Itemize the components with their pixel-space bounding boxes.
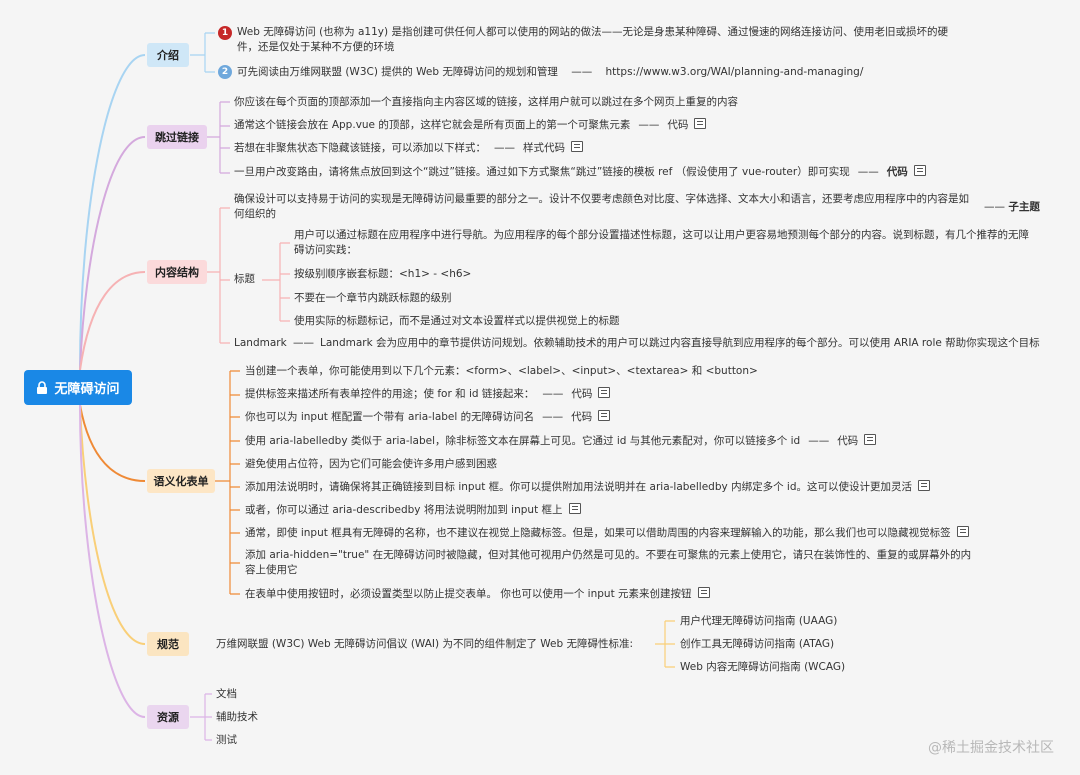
spec-text: 万维网联盟 (W3C) Web 无障碍访问倡议 (WAI) 为不同的组件制定了 … [216,638,634,650]
root-node[interactable]: 无障碍访问 [24,370,132,405]
content-item-1: 确保设计可以支持易于访问的实现是无障碍访问最重要的部分之一。设计不仅要考虑颜色对… [234,193,969,220]
section-spec-title: 规范 [157,638,179,651]
lock-icon [37,381,48,394]
note-icon[interactable] [694,118,707,129]
skip-item-4: 一旦用户改变路由，请将焦点放回到这个“跳过”链接。通过如下方式聚焦“跳过”链接的… [234,165,926,180]
headings-item-1: 用户可以通过标题在应用程序中进行导航。为应用程序的每个部分设置描述性标题，这可以… [294,229,1029,256]
intro-item-1: Web 无障碍访问 (也称为 a11y) 是指创建可供任何人都可以使用的网站的做… [237,26,948,53]
landmark-label: Landmark [234,337,287,349]
forms-item: 使用 aria-labelledby 类似于 aria-label，除非标签文本… [245,434,877,449]
content-item-1-tag: —— 子主题 [984,201,1040,213]
forms-item: 你也可以为 input 框配置一个带有 aria-label 的无障碍访问名 ——… [245,410,611,425]
resource-testing: 测试 [216,734,237,746]
note-icon[interactable] [917,480,930,491]
section-forms-title: 语义化表单 [153,475,209,488]
section-skip[interactable]: 跳过链接 [147,125,207,149]
skip-item-3: 若想在非聚焦状态下隐藏该链接，可以添加以下样式： —— 样式代码 [234,141,583,156]
forms-item: 提供标签来描述所有表单控件的用途；使 for 和 id 链接起来： —— 代码 [245,387,611,402]
note-icon[interactable] [697,587,710,598]
note-icon[interactable] [568,503,581,514]
section-spec[interactable]: 规范 [147,632,189,656]
section-resources[interactable]: 资源 [147,705,189,729]
section-intro-title: 介绍 [157,49,179,62]
intro-item-2-text: 可先阅读由万维网联盟 (W3C) 提供的 Web 无障碍访问的规划和管理 [237,66,558,78]
note-icon[interactable] [598,410,611,421]
priority-1-badge: 1 [218,26,232,40]
skip-item-1: 你应该在每个页面的顶部添加一个直接指向主内容区域的链接，这样用户就可以跳过在多个… [234,96,738,108]
forms-item: 添加 aria-hidden="true" 在无障碍访问时被隐藏，但对其他可视用… [245,549,972,576]
section-skip-title: 跳过链接 [155,131,199,144]
landmark-text: Landmark 会为应用中的章节提供访问规划。依赖辅助技术的用户可以跳过内容直… [320,337,1040,349]
note-icon[interactable] [864,434,877,445]
spec-item-atag: 创作工具无障碍访问指南 (ATAG) [680,638,835,650]
priority-2-badge: 2 [218,65,232,79]
forms-item: 避免使用占位符，因为它们可能会使许多用户感到困惑 [245,458,497,470]
note-icon[interactable] [913,165,926,176]
headings-item-4: 使用实际的标题标记，而不是通过对文本设置样式以提供视觉上的标题 [294,315,620,327]
root-title: 无障碍访问 [54,382,120,397]
section-intro[interactable]: 介绍 [147,43,189,67]
section-resources-title: 资源 [157,711,179,724]
section-forms[interactable]: 语义化表单 [147,469,215,493]
section-content[interactable]: 内容结构 [147,260,207,284]
w3c-link[interactable]: https://www.w3.org/WAI/planning-and-mana… [606,66,864,78]
note-icon[interactable] [598,387,611,398]
note-icon[interactable] [571,141,583,152]
mindmap-canvas: 无障碍访问 介绍 1 Web 无障碍访问 (也称为 a11y) 是指创建可供任何… [0,0,1080,775]
intro-item-2: 可先阅读由万维网联盟 (W3C) 提供的 Web 无障碍访问的规划和管理 —— … [237,66,864,78]
skip-item-2: 通常这个链接会放在 App.vue 的顶部，这样它就会是所有页面上的第一个可聚焦… [234,118,707,133]
forms-item: 在表单中使用按钮时，必须设置类型以防止提交表单。 你也可以使用一个 input … [245,587,710,602]
note-icon[interactable] [956,526,969,537]
headings-label: 标题 [234,273,255,285]
resource-docs: 文档 [216,688,237,700]
spec-item-wcag: Web 内容无障碍访问指南 (WCAG) [680,661,846,673]
forms-item: 添加用法说明时，请确保将其正确链接到目标 input 框。你可以提供附加用法说明… [245,480,930,495]
landmark-dash: —— [293,337,314,349]
watermark: @稀土掘金技术社区 [928,740,1054,756]
spec-item-uaag: 用户代理无障碍访问指南 (UAAG) [680,615,838,627]
headings-item-2: 按级别顺序嵌套标题：<h1> - <h6> [294,268,472,280]
section-content-title: 内容结构 [155,266,199,279]
forms-item: 通常，即使 input 框具有无障碍的名称，也不建议在视觉上隐藏标签。但是，如果… [245,526,969,541]
forms-item: 或者，你可以通过 aria-describedby 将用法说明附加到 input… [245,503,581,518]
resource-assistive-tech: 辅助技术 [216,711,258,723]
headings-item-3: 不要在一个章节内跳跃标题的级别 [294,292,452,304]
forms-item: 当创建一个表单，你可能使用到以下几个元素：<form>、<label>、<inp… [245,365,758,377]
